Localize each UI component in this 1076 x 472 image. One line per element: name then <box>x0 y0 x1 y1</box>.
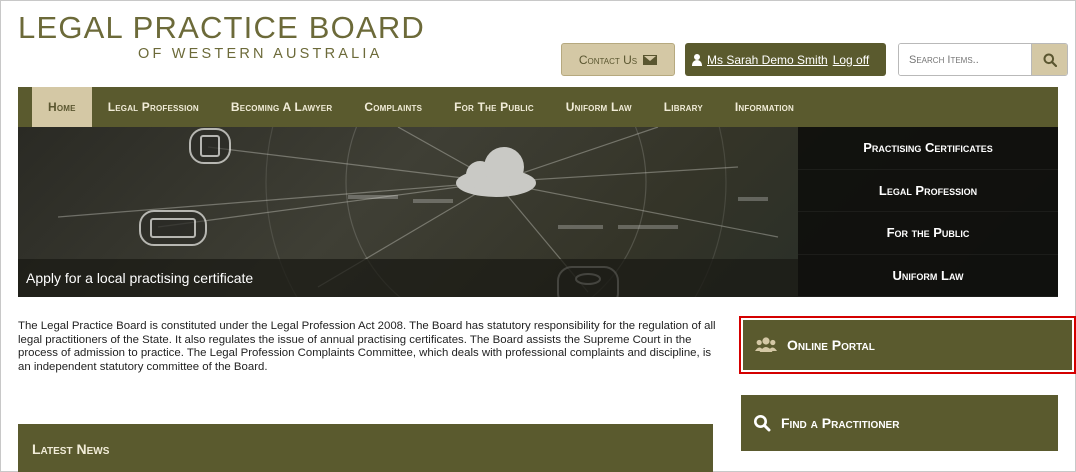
hero-link-uniform-law[interactable]: Uniform Law <box>798 255 1058 297</box>
nav-library[interactable]: Library <box>648 87 719 127</box>
users-icon <box>755 337 777 352</box>
envelope-icon <box>643 54 658 65</box>
find-practitioner-label: Find a Practitioner <box>781 415 900 431</box>
search-input[interactable] <box>899 44 1031 75</box>
hero-link-for-the-public[interactable]: For the Public <box>798 212 1058 255</box>
hero-link-legal-profession[interactable]: Legal Profession <box>798 170 1058 212</box>
nav-complaints[interactable]: Complaints <box>348 87 438 127</box>
site-logo[interactable]: LEGAL PRACTICE BOARD OF WESTERN AUSTRALI… <box>18 10 426 63</box>
nav-home[interactable]: Home <box>32 87 92 127</box>
nav-uniform-law[interactable]: Uniform Law <box>550 87 648 127</box>
hero-caption[interactable]: Apply for a local practising certificate <box>18 259 798 297</box>
find-practitioner-button[interactable]: Find a Practitioner <box>741 395 1058 451</box>
nav-for-the-public[interactable]: For The Public <box>438 87 550 127</box>
hero-side-menu: Practising Certificates Legal Profession… <box>798 127 1058 297</box>
search-icon <box>754 415 771 432</box>
contact-us-label: Contact Us <box>578 52 638 67</box>
nav-becoming-a-lawyer[interactable]: Becoming A Lawyer <box>215 87 348 127</box>
intro-paragraph: The Legal Practice Board is constituted … <box>18 320 716 373</box>
nav-information[interactable]: Information <box>719 87 810 127</box>
online-portal-button[interactable]: Online Portal <box>743 320 1072 370</box>
hero-banner[interactable]: Apply for a local practising certificate… <box>18 127 1058 297</box>
nav-legal-profession[interactable]: Legal Profession <box>92 87 215 127</box>
search-box <box>898 43 1068 76</box>
search-button[interactable] <box>1031 44 1067 75</box>
contact-us-button[interactable]: Contact Us <box>561 43 675 76</box>
online-portal-label: Online Portal <box>787 337 875 353</box>
online-portal-highlight: Online Portal <box>739 316 1076 374</box>
user-name-link[interactable]: Ms Sarah Demo Smith <box>707 53 828 67</box>
latest-news-header: Latest News <box>18 424 713 472</box>
main-nav: Home Legal Profession Becoming A Lawyer … <box>18 87 1058 127</box>
hero-link-practising-certificates[interactable]: Practising Certificates <box>798 127 1058 170</box>
logo-title: LEGAL PRACTICE BOARD <box>18 10 426 45</box>
user-box: Ms Sarah Demo Smith Log off <box>685 43 886 76</box>
user-icon <box>692 53 702 66</box>
logoff-link[interactable]: Log off <box>833 53 869 67</box>
search-icon <box>1043 53 1057 67</box>
logo-subtitle: OF WESTERN AUSTRALIA <box>138 46 383 62</box>
